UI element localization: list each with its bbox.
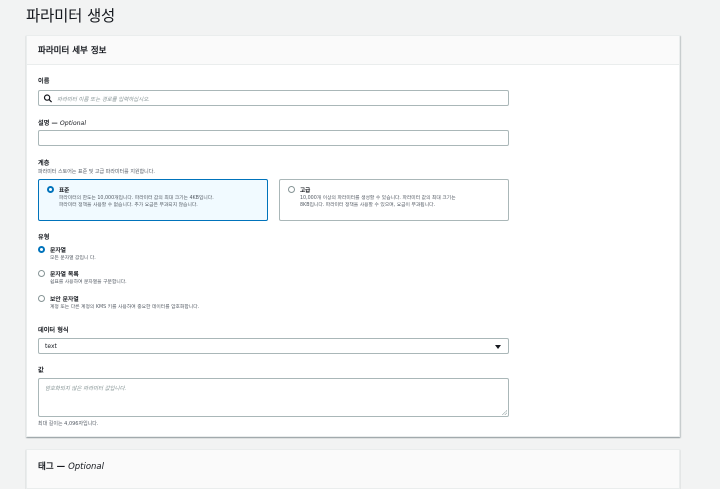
data-format-value: text — [45, 343, 57, 350]
tier-standard-desc-2: 파라미터 정책을 사용할 수 없습니다. 추가 요금은 부과되지 않습니다. — [59, 203, 198, 208]
type-securestring-desc: 계정 또는 다른 계정의 KMS 키를 사용하여 중요한 데이터를 암호화합니다… — [50, 305, 200, 310]
page-title: 파라미터 생성 — [26, 7, 116, 25]
caret-down-icon — [495, 345, 501, 349]
value-textarea[interactable]: 암호화되지 않은 파라미터 값입니다. — [38, 378, 509, 417]
resize-handle-icon[interactable] — [502, 410, 507, 415]
description-input[interactable] — [38, 130, 509, 146]
type-stringlist-desc: 쉼표를 사용하여 문자열을 구분합니다. — [50, 280, 127, 285]
type-stringlist-radio[interactable] — [38, 270, 45, 277]
type-stringlist-title[interactable]: 문자열 목록 — [50, 269, 79, 278]
search-icon — [43, 94, 53, 103]
tags-panel-title: 태그 — Optional — [38, 460, 104, 472]
name-input[interactable]: 파라미터 이름 또는 경로를 입력하십시오. — [38, 90, 509, 106]
tier-advanced-radio[interactable] — [288, 186, 295, 193]
type-label: 유형 — [38, 234, 50, 241]
type-string-radio[interactable] — [38, 246, 45, 253]
value-hint: 최대 길이는 4,096자입니다. — [38, 421, 99, 427]
tier-advanced-tile[interactable]: 고급 10,000개 이상의 파라미터를 생성할 수 있습니다. 파라미터 값의… — [279, 179, 509, 221]
tags-panel: 태그 — Optional — [26, 449, 680, 489]
name-label: 이름 — [38, 78, 50, 85]
tier-label: 계층 — [38, 160, 50, 167]
type-securestring-radio[interactable] — [38, 295, 45, 302]
tier-standard-title: 표준 — [59, 188, 70, 194]
tier-standard-radio[interactable] — [47, 186, 54, 193]
tags-optional: Optional — [68, 462, 105, 472]
tags-label: 태그 — — [38, 462, 69, 472]
value-placeholder: 암호화되지 않은 파라미터 값입니다. — [45, 386, 127, 392]
panel-title: 파라미터 세부 정보 — [38, 46, 107, 56]
type-string-desc: 모든 문자열 값입니 다. — [50, 256, 96, 261]
type-securestring-title[interactable]: 보안 문자열 — [50, 294, 79, 303]
description-optional: Optional — [59, 120, 87, 127]
data-format-select[interactable]: text — [38, 338, 509, 354]
tier-description: 파라미터 스토어는 표준 및 고급 파라미터를 지원합니다. — [38, 169, 155, 175]
tier-advanced-title: 고급 — [300, 188, 311, 194]
tier-standard-tile[interactable]: 표준 파라미터의 한도는 10,000개입니다. 파라미터 값의 최대 크기는 … — [38, 179, 268, 221]
parameter-details-panel: 파라미터 세부 정보 이름 파라미터 이름 또는 경로를 입력하십시오. 설명 … — [26, 35, 680, 437]
panel-header: 파라미터 세부 정보 — [27, 36, 679, 65]
description-label: 설명 — Optional — [38, 118, 86, 127]
data-format-label: 데이터 형식 — [38, 327, 69, 334]
type-string-title[interactable]: 문자열 — [50, 245, 66, 254]
name-placeholder: 파라미터 이름 또는 경로를 입력하십시오. — [57, 97, 150, 103]
tier-advanced-desc-2: 8KB입니다. 파라미터 정책을 사용할 수 있으며, 요금이 부과됩니다. — [300, 203, 436, 208]
value-label: 값 — [38, 367, 44, 374]
description-label-text: 설명 — — [38, 120, 60, 127]
